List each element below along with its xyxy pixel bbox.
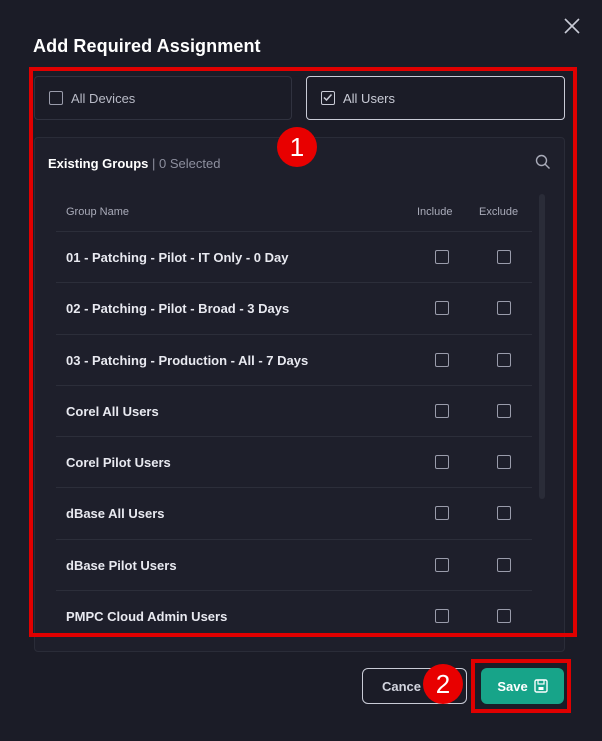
table-row: 01 - Patching - Pilot - IT Only - 0 Day xyxy=(56,231,532,282)
table-row: Corel Pilot Users xyxy=(56,436,532,487)
include-checkbox[interactable] xyxy=(435,301,449,316)
all-users-checkbox[interactable] xyxy=(321,91,335,105)
group-name: dBase Pilot Users xyxy=(66,557,177,573)
include-checkbox[interactable] xyxy=(435,403,449,418)
exclude-checkbox[interactable] xyxy=(497,250,511,264)
table-row: PMPC Cloud Admin Users xyxy=(56,590,532,641)
group-name: Corel Pilot Users xyxy=(66,455,171,471)
exclude-checkbox[interactable] xyxy=(497,352,511,367)
include-checkbox[interactable] xyxy=(435,506,449,521)
save-label: Save xyxy=(497,678,528,694)
group-rows: 01 - Patching - Pilot - IT Only - 0 Day … xyxy=(56,231,532,641)
all-devices-label: All Devices xyxy=(71,90,136,106)
column-include: Include xyxy=(417,206,453,218)
group-name: 01 - Patching - Pilot - IT Only - 0 Day xyxy=(66,250,289,265)
exclude-checkbox[interactable] xyxy=(497,506,511,521)
exclude-checkbox[interactable] xyxy=(497,609,511,624)
exclude-checkbox[interactable] xyxy=(497,301,511,316)
close-icon xyxy=(564,18,580,34)
table-row: dBase All Users xyxy=(56,487,532,538)
all-users-option[interactable]: All Users xyxy=(306,76,565,120)
column-group-name: Group Name xyxy=(66,206,129,218)
include-checkbox[interactable] xyxy=(435,455,449,470)
table-row: 03 - Patching - Production - All - 7 Day… xyxy=(56,333,532,385)
annotation-badge-1: 1 xyxy=(277,127,317,167)
include-checkbox[interactable] xyxy=(435,609,449,624)
save-icon xyxy=(533,679,548,693)
existing-groups-heading: Existing Groups xyxy=(48,156,149,171)
group-name: 02 - Patching - Pilot - Broad - 3 Days xyxy=(66,301,290,317)
save-button[interactable]: Save xyxy=(481,668,564,704)
annotation-badge-2: 2 xyxy=(423,664,463,704)
existing-groups-panel: Existing Groups | 0 Selected Group Name … xyxy=(34,137,565,652)
table-row: dBase Pilot Users xyxy=(56,538,532,590)
search-button[interactable] xyxy=(535,154,551,170)
exclude-checkbox[interactable] xyxy=(497,557,511,572)
all-users-label: All Users xyxy=(343,90,396,106)
cancel-label: Cance xyxy=(382,678,422,694)
all-devices-option[interactable]: All Devices xyxy=(34,76,292,120)
groups-scrollbar[interactable] xyxy=(539,194,545,499)
close-button[interactable] xyxy=(561,15,583,37)
selected-count: | 0 Selected xyxy=(152,156,221,171)
table-row: Corel All Users xyxy=(56,384,532,436)
search-icon xyxy=(535,154,550,169)
checkmark-icon xyxy=(323,93,333,102)
table-row: 02 - Patching - Pilot - Broad - 3 Days xyxy=(56,282,532,333)
include-checkbox[interactable] xyxy=(435,352,449,367)
group-name: 03 - Patching - Production - All - 7 Day… xyxy=(66,352,309,368)
all-devices-checkbox[interactable] xyxy=(49,91,63,105)
panel-header: Existing Groups | 0 Selected xyxy=(48,156,220,171)
exclude-checkbox[interactable] xyxy=(497,403,511,418)
column-exclude: Exclude xyxy=(479,206,519,218)
group-name: dBase All Users xyxy=(66,506,165,522)
include-checkbox[interactable] xyxy=(435,557,449,572)
dialog-title: Add Required Assignment xyxy=(33,36,261,56)
table-header: Group Name Include Exclude xyxy=(56,206,532,230)
exclude-checkbox[interactable] xyxy=(497,455,511,470)
group-name: PMPC Cloud Admin Users xyxy=(66,609,228,625)
group-name: Corel All Users xyxy=(66,403,159,419)
include-checkbox[interactable] xyxy=(435,250,449,264)
